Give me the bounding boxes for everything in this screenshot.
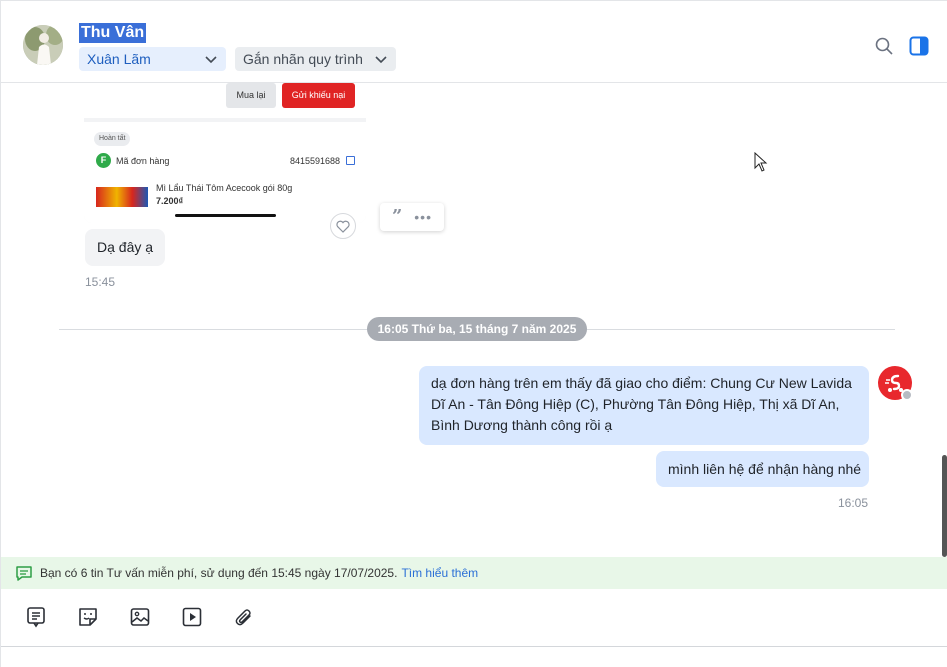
video-icon: [182, 607, 202, 627]
outgoing-timestamp: 16:05: [838, 496, 869, 510]
chevron-down-icon: [375, 56, 387, 64]
free-consult-notice: Bạn có 6 tin Tư vấn miễn phí, sử dụng đế…: [1, 557, 947, 589]
chat-window: Thu Vân Xuân Lãm Gắn nhãn quy trình Mua …: [0, 0, 947, 667]
owner-tag-label: Xuân Lãm: [87, 51, 151, 67]
attachment-button[interactable]: [232, 605, 256, 629]
react-button[interactable]: [330, 213, 356, 239]
contact-avatar[interactable]: [23, 25, 63, 65]
image-button[interactable]: [128, 605, 152, 629]
image-icon: [130, 608, 150, 626]
copy-icon: [346, 156, 355, 165]
contact-photo-icon: [23, 25, 63, 65]
quick-reply-icon: [27, 607, 45, 628]
chevron-down-icon: [205, 56, 217, 64]
order-label: Mã đơn hàng: [116, 156, 170, 166]
order-status-chip: Hoàn tất: [94, 132, 131, 146]
image-message[interactable]: Mua lại Gửi khiếu nại Hoàn tất F Mã đơn …: [84, 83, 366, 223]
agent-badge: [901, 389, 913, 401]
incoming-timestamp: 15:45: [85, 275, 116, 289]
order-number: 8415591688: [290, 156, 341, 166]
quick-reply-button[interactable]: [24, 605, 48, 629]
flow-tag-select[interactable]: Gắn nhãn quy trình: [235, 47, 396, 71]
phone-home-indicator: [175, 214, 276, 217]
contact-name[interactable]: Thu Vân: [79, 23, 147, 43]
sticker-icon: [79, 608, 97, 626]
sticker-button[interactable]: [76, 605, 100, 629]
heart-icon: [336, 220, 350, 233]
chat-scrollbar[interactable]: [942, 455, 947, 557]
chat-bubble-icon: [16, 566, 32, 581]
product-name: Mì Lẩu Thái Tôm Acecook gói 80g: [156, 183, 293, 193]
shop-logo-icon: F: [96, 153, 111, 168]
outgoing-message[interactable]: dạ đơn hàng trên em thấy đã giao cho điể…: [419, 366, 869, 445]
message-actions: ” •••: [380, 203, 444, 231]
message-input-area[interactable]: [1, 648, 947, 667]
order-card-image: Hoàn tất F Mã đơn hàng 8415591688 Mì Lẩu…: [84, 122, 366, 223]
incoming-message[interactable]: Dạ đây ạ: [85, 229, 166, 266]
screenshot-top-area: Mua lại Gửi khiếu nại: [84, 83, 366, 118]
composer-toolbar: [1, 589, 947, 647]
video-button[interactable]: [180, 605, 204, 629]
conversation-header: Thu Vân Xuân Lãm Gắn nhãn quy trình: [1, 7, 947, 83]
attachment-icon: [235, 609, 251, 626]
side-panel-toggle-icon[interactable]: [909, 36, 929, 56]
message-list[interactable]: Mua lại Gửi khiếu nại Hoàn tất F Mã đơn …: [1, 83, 947, 557]
date-separator: 16:05 Thứ ba, 15 tháng 7 năm 2025: [367, 317, 587, 341]
outgoing-message[interactable]: mình liên hệ để nhận hàng nhé: [656, 451, 869, 487]
flow-tag-label: Gắn nhãn quy trình: [243, 51, 363, 67]
product-price: 7.200₫: [156, 196, 184, 206]
mouse-cursor-icon: [754, 152, 768, 172]
search-icon[interactable]: [874, 36, 894, 56]
quote-reply-icon[interactable]: ”: [392, 208, 402, 226]
product-thumbnail: [96, 187, 148, 207]
notice-text: Bạn có 6 tin Tư vấn miễn phí, sử dụng đế…: [40, 566, 398, 580]
owner-tag-select[interactable]: Xuân Lãm: [79, 47, 226, 71]
learn-more-link[interactable]: Tìm hiểu thêm: [401, 566, 478, 580]
rebuy-button-image: Mua lại: [226, 83, 276, 108]
more-options-icon[interactable]: •••: [414, 210, 432, 224]
complaint-button-image: Gửi khiếu nại: [282, 83, 355, 108]
